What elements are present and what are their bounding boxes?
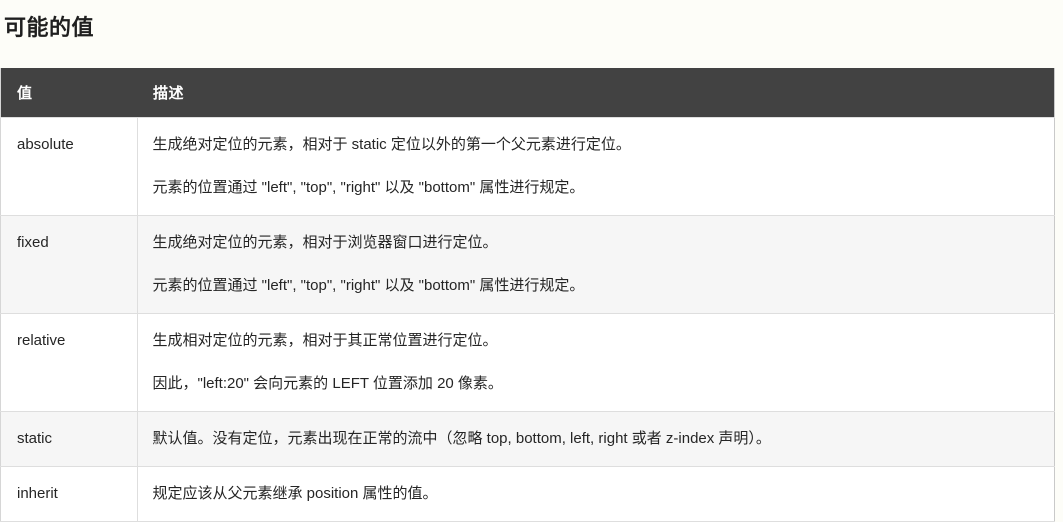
cell-value: absolute xyxy=(0,117,138,216)
table-row: static 默认值。没有定位，元素出现在正常的流中（忽略 top, bottom… xyxy=(0,411,1055,467)
values-table-container: 值 描述 absolute 生成绝对定位的元素，相对于 static 定位以外的第… xyxy=(0,68,1057,522)
table-row: absolute 生成绝对定位的元素，相对于 static 定位以外的第一个父元素… xyxy=(0,117,1055,216)
possible-values-table: 值 描述 absolute 生成绝对定位的元素，相对于 static 定位以外的第… xyxy=(0,68,1055,522)
cell-value: static xyxy=(0,411,138,467)
description-line: 元素的位置通过 "left", "top", "right" 以及 "botto… xyxy=(152,179,585,196)
cell-value: fixed xyxy=(0,215,138,314)
cell-description: 生成相对定位的元素，相对于其正常位置进行定位。 因此，"left:20" 会向元素… xyxy=(137,313,1055,412)
description-line: 默认值。没有定位，元素出现在正常的流中（忽略 top, bottom, left… xyxy=(152,430,771,447)
description-line: 生成绝对定位的元素，相对于 static 定位以外的第一个父元素进行定位。 xyxy=(152,136,631,153)
cell-description: 生成绝对定位的元素，相对于 static 定位以外的第一个父元素进行定位。 元素的… xyxy=(137,117,1055,216)
table-row: relative 生成相对定位的元素，相对于其正常位置进行定位。 因此，"left:… xyxy=(0,313,1055,412)
cell-description: 生成绝对定位的元素，相对于浏览器窗口进行定位。元素的位置通过 "left", "… xyxy=(137,215,1055,314)
description-line: 规定应该从父元素继承 position 属性的值。 xyxy=(152,485,438,502)
description-line: 生成相对定位的元素，相对于其正常位置进行定位。 xyxy=(152,332,498,349)
table-head: 值 描述 xyxy=(0,68,1055,118)
table-body: absolute 生成绝对定位的元素，相对于 static 定位以外的第一个父元素… xyxy=(0,117,1055,522)
cell-description: 默认值。没有定位，元素出现在正常的流中（忽略 top, bottom, left… xyxy=(137,411,1055,467)
page-title: 可能的值 xyxy=(4,15,95,40)
description-line: 元素的位置通过 "left", "top", "right" 以及 "botto… xyxy=(152,277,585,294)
cell-value: inherit xyxy=(0,466,138,522)
cell-value: relative xyxy=(0,313,138,412)
column-header-description: 描述 xyxy=(137,68,1055,118)
table-row: fixed 生成绝对定位的元素，相对于浏览器窗口进行定位。 元素的位置通过 "lef… xyxy=(0,215,1055,314)
description-line: 因此，"left:20" 会向元素的 LEFT 位置添加 20 像素。 xyxy=(152,375,503,392)
table-row: inherit 规定应该从父元素继承 position 属性的值。 xyxy=(0,466,1055,522)
description-line: 生成绝对定位的元素，相对于浏览器窗口进行定位。 xyxy=(152,234,498,251)
cell-description: 规定应该从父元素继承 position 属性的值。 xyxy=(137,466,1055,522)
table-header-row: 值 描述 xyxy=(0,68,1055,118)
documentation-page: 可能的值 值 描述 absolute 生成绝对定位的元素，相对于 static 定… xyxy=(0,0,1063,522)
column-header-value: 值 xyxy=(0,68,137,118)
